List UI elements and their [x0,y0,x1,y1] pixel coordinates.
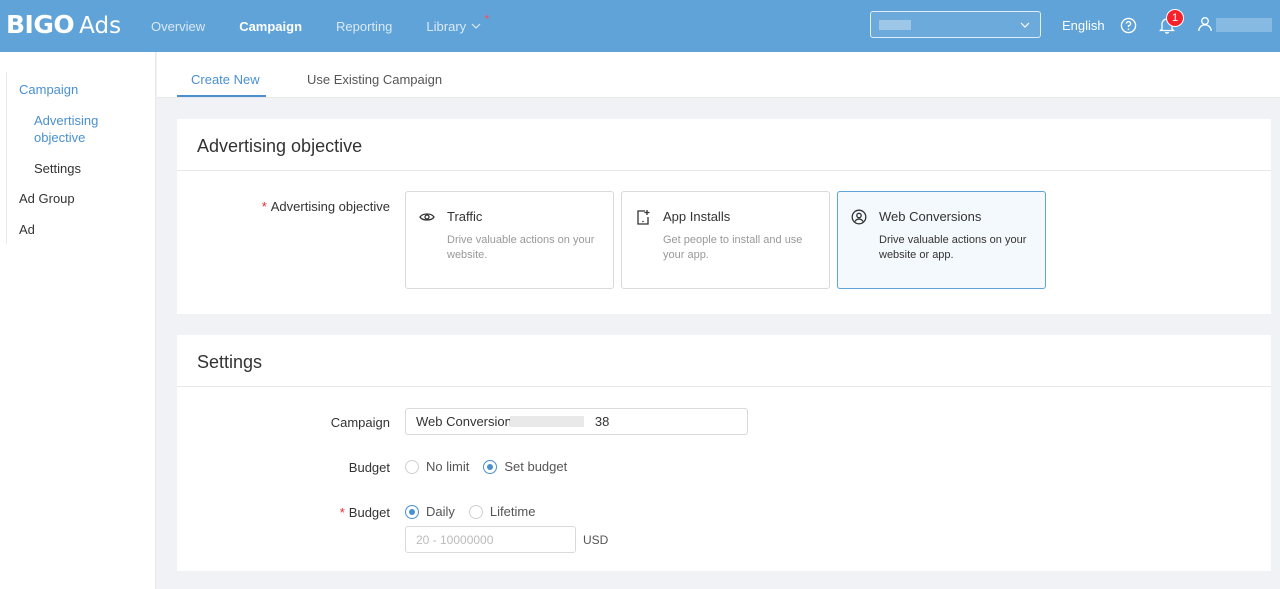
account-name-masked [879,20,911,30]
nav-reporting-label: Reporting [336,18,393,34]
sidebar-item-advertising-objective[interactable]: Advertising objective [34,112,134,146]
logo-product-text: Ads [79,13,122,39]
sidebar-divider [6,72,7,244]
section-title-objective: Advertising objective [197,136,363,156]
logo-brand-text: BIGO [6,10,75,39]
radio-label: Set budget [504,459,568,474]
budget-type-radio-group: No limit Set budget [405,459,581,474]
section-title-settings: Settings [197,352,263,372]
radio-daily[interactable]: Daily [405,504,455,519]
main-nav: Overview Campaign Reporting Library * [151,0,515,52]
objective-title: Traffic [447,209,483,224]
nav-overview-label: Overview [151,18,206,34]
nav-reporting[interactable]: Reporting [336,19,392,34]
objective-title: Web Conversions [879,209,982,224]
section-divider [177,386,1271,387]
user-circle-icon [851,209,867,225]
radio-no-limit[interactable]: No limit [405,459,469,474]
objective-option-app-installs[interactable]: App Installs Get people to install and u… [621,191,830,289]
objective-label-text: Advertising objective [270,199,390,214]
objective-title: App Installs [663,209,731,224]
radio-circle [405,459,419,474]
budget-amount-input[interactable] [405,526,576,553]
bigo-ads-logo[interactable]: BIGO Ads [6,10,121,39]
objective-description: Drive valuable actions on your website. [447,234,595,261]
required-marker: * [261,199,267,214]
budget-type-label: Budget [348,460,390,475]
objective-description: Get people to install and use your app. [663,234,803,261]
objective-field-label: * Advertising objective [190,199,390,214]
radio-circle-checked [405,504,419,519]
settings-card: Settings [177,335,1271,571]
chevron-down-icon [1020,22,1030,28]
eye-icon [419,213,435,221]
budget-label-text: Budget [348,505,390,520]
section-divider [177,170,1271,171]
new-indicator-dot: * [484,11,490,26]
objective-option-web-conversions[interactable]: Web Conversions Drive valuable actions o… [837,191,1046,289]
sidebar-item-settings[interactable]: Settings [34,160,81,177]
required-marker: * [339,505,345,520]
radio-lifetime[interactable]: Lifetime [468,504,536,519]
nav-overview[interactable]: Overview [151,19,205,34]
campaign-name-masked [510,416,584,427]
chevron-down-icon [471,23,481,29]
campaign-tabs: Create New Use Existing Campaign [157,52,1280,98]
objective-description: Drive valuable actions on your website o… [879,234,1027,261]
tab-create-new[interactable]: Create New [191,72,260,87]
active-tab-indicator [177,95,266,97]
nav-library[interactable]: Library * [426,13,489,34]
sidebar-item-ad[interactable]: Ad [19,221,35,238]
app-install-icon [637,210,650,225]
user-icon[interactable] [1197,16,1213,32]
objective-option-traffic[interactable]: Traffic Drive valuable actions on your w… [405,191,614,289]
help-icon[interactable] [1120,17,1137,34]
top-header: BIGO Ads Overview Campaign Reporting Lib… [0,0,1280,52]
nav-library-label: Library [426,18,467,34]
radio-label: No limit [426,459,470,474]
language-switcher[interactable]: English [1062,18,1105,33]
budget-field-label: * Budget [190,505,390,520]
left-sidebar: Campaign Advertising objective Settings … [0,52,156,589]
radio-circle-checked [483,459,498,474]
radio-label: Daily [426,504,455,519]
radio-label: Lifetime [489,504,536,519]
notification-badge: 1 [1166,9,1184,27]
tab-use-existing-campaign[interactable]: Use Existing Campaign [307,72,442,87]
sidebar-item-ad-group[interactable]: Ad Group [19,190,75,207]
radio-circle [468,504,483,519]
user-name-masked[interactable] [1216,18,1272,32]
account-select[interactable] [870,11,1041,38]
radio-set-budget[interactable]: Set budget [483,459,567,474]
currency-label: USD [583,533,609,547]
nav-campaign-label: Campaign [239,18,303,34]
nav-campaign[interactable]: Campaign [239,19,302,34]
sidebar-item-campaign[interactable]: Campaign [19,81,78,98]
budget-period-radio-group: Daily Lifetime [405,504,549,519]
campaign-field-label: Campaign [330,415,390,430]
